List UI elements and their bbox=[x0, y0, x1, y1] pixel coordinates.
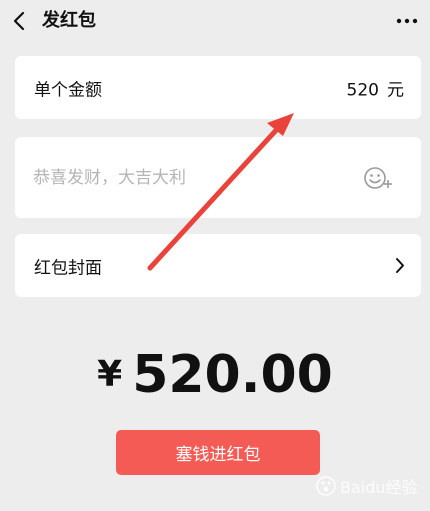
cover-label: 红包封面 bbox=[34, 258, 102, 278]
page-title: 发红包 bbox=[42, 10, 96, 31]
currency-symbol: ¥ bbox=[97, 354, 123, 395]
watermark-text: Baidu经验 bbox=[340, 478, 418, 497]
amount-card[interactable]: 单个金额 520 元 bbox=[15, 56, 421, 119]
amount-label: 单个金额 bbox=[34, 80, 102, 100]
chevron-right-icon bbox=[396, 258, 404, 273]
greeting-card bbox=[15, 137, 421, 218]
watermark-logo: Baidu经验 bbox=[316, 476, 418, 497]
amount-value: 520 bbox=[346, 80, 379, 100]
greeting-input[interactable] bbox=[33, 163, 353, 193]
amount-unit: 元 bbox=[387, 80, 404, 100]
emoji-icon[interactable] bbox=[363, 165, 393, 191]
total-amount: ¥520.00 bbox=[0, 343, 430, 407]
cover-card[interactable]: 红包封面 bbox=[15, 234, 421, 297]
header-bar: 发红包 bbox=[0, 0, 430, 46]
back-arrow-icon[interactable] bbox=[10, 9, 30, 33]
more-dots-icon[interactable] bbox=[396, 12, 418, 30]
amount-input[interactable]: 520 元 bbox=[347, 75, 404, 100]
send-red-packet-button[interactable]: 塞钱进红包 bbox=[116, 430, 320, 475]
total-value: 520.00 bbox=[132, 345, 333, 405]
